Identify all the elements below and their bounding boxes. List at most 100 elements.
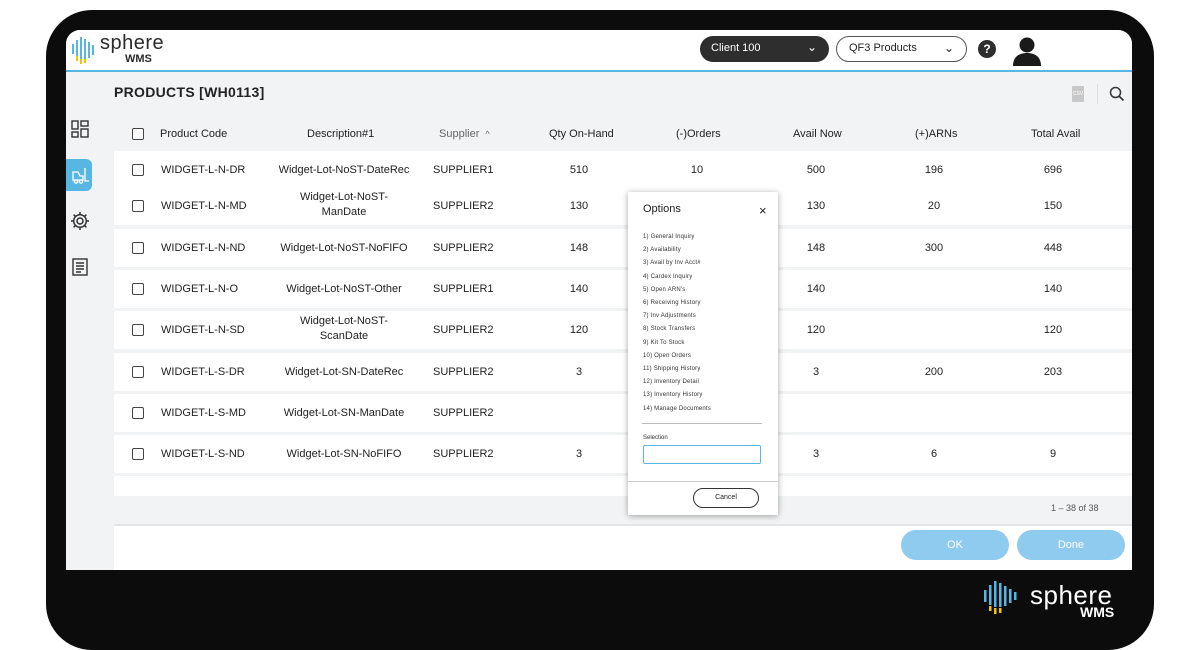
cell-description-line2: ScanDate	[319, 330, 369, 342]
table-row-partial	[114, 476, 1132, 496]
table-row[interactable]: WIDGET-L-S-ND Widget-Lot-SN-NoFIFO SUPPLIE…	[114, 435, 1132, 473]
column-header-arns[interactable]: (+)ARNs	[915, 128, 957, 140]
option-item[interactable]: 13) Inventory History	[643, 392, 703, 398]
row-checkbox[interactable]	[132, 242, 144, 254]
table-row[interactable]: WIDGET-L-N-MD Widget-Lot-NoST- ManDate SUPP…	[114, 187, 1132, 225]
client-select-value: Client 100	[711, 42, 761, 54]
cell-qty-on-hand: 130	[569, 200, 589, 212]
cell-product-code: WIDGET-L-N-SD	[161, 324, 245, 336]
column-header-qty-on-hand[interactable]: Qty On-Hand	[549, 128, 614, 140]
cell-supplier: SUPPLIER2	[433, 242, 494, 254]
row-checkbox[interactable]	[132, 448, 144, 460]
option-item[interactable]: 2) Availability	[643, 247, 681, 253]
dialog-divider	[642, 423, 762, 424]
option-item[interactable]: 9) Kit To Stock	[643, 340, 685, 346]
gear-icon[interactable]	[69, 210, 91, 232]
row-checkbox[interactable]	[132, 324, 144, 336]
cell-avail-now: 148	[806, 242, 826, 254]
cell-description: Widget-Lot-NoST- ManDate	[274, 190, 414, 220]
footer-logo-subtext: WMS	[1080, 604, 1115, 620]
cell-arns: 300	[924, 242, 944, 254]
column-header-total-avail[interactable]: Total Avail	[1031, 128, 1080, 140]
option-item[interactable]: 7) Inv Adjustments	[643, 313, 696, 319]
footer-logo-mark-icon	[984, 581, 1017, 614]
cell-supplier: SUPPLIER1	[433, 283, 494, 295]
ok-button[interactable]: OK	[901, 530, 1009, 560]
column-header-supplier-label: Supplier	[439, 128, 480, 140]
product-group-select[interactable]: QF3 Products ⌄	[836, 36, 967, 62]
option-item[interactable]: 3) Avail by Inv Acct#	[643, 260, 701, 266]
row-checkbox[interactable]	[132, 407, 144, 419]
cell-total-avail: 448	[1043, 242, 1063, 254]
dashboard-icon[interactable]	[69, 118, 91, 140]
cancel-button[interactable]: Cancel	[693, 488, 759, 508]
cell-description: Widget-Lot-SN-DateRec	[274, 365, 414, 380]
cell-qty-on-hand: 148	[569, 242, 589, 254]
cell-supplier: SUPPLIER2	[433, 448, 494, 460]
product-group-select-value: QF3 Products	[849, 42, 917, 54]
app-screen: sphere WMS Client 100 ⌄ QF3 Products ⌄ ?	[66, 30, 1132, 570]
cell-avail-now: 130	[806, 200, 826, 212]
row-checkbox[interactable]	[132, 200, 144, 212]
report-icon[interactable]	[69, 256, 91, 278]
cell-product-code: WIDGET-L-S-ND	[161, 448, 245, 460]
cell-product-code: WIDGET-L-N-MD	[161, 200, 247, 212]
column-header-product-code[interactable]: Product Code	[160, 128, 227, 140]
csv-icon[interactable]: CSV	[1072, 86, 1084, 102]
table-row[interactable]: WIDGET-L-S-MD Widget-Lot-SN-ManDate SUPPLI…	[114, 394, 1132, 432]
cell-description-line1: Widget-Lot-SN-NoFIFO	[286, 448, 402, 460]
table-row[interactable]: WIDGET-L-S-DR Widget-Lot-SN-DateRec SUPPLI…	[114, 353, 1132, 391]
cell-description-line1: Widget-Lot-NoST-Other	[286, 283, 402, 295]
cell-description-line1: Widget-Lot-SN-DateRec	[284, 366, 404, 378]
cell-total-avail: 120	[1043, 324, 1063, 336]
column-header-orders[interactable]: (-)Orders	[676, 128, 721, 140]
option-item[interactable]: 11) Shipping History	[643, 366, 701, 372]
option-item[interactable]: 6) Receiving History	[643, 300, 701, 306]
cell-description: Widget-Lot-NoST-Other	[274, 282, 414, 297]
cell-product-code: WIDGET-L-N-O	[161, 283, 238, 295]
cell-description: Widget-Lot-SN-NoFIFO	[274, 447, 414, 462]
avatar-icon[interactable]	[1010, 34, 1044, 68]
cell-avail-now: 3	[812, 448, 820, 460]
cell-supplier: SUPPLIER2	[433, 407, 494, 419]
column-header-avail-now[interactable]: Avail Now	[793, 128, 842, 140]
search-icon[interactable]	[1109, 86, 1125, 102]
logo-text: sphere	[100, 32, 165, 54]
option-item[interactable]: 14) Manage Documents	[643, 406, 711, 412]
page-title: PRODUCTS [WH0113]	[114, 84, 265, 100]
sidebar-item-inventory[interactable]	[66, 159, 92, 191]
selection-label: Selection	[643, 435, 668, 441]
option-item[interactable]: 12) Inventory Detail	[643, 379, 699, 385]
column-header-supplier[interactable]: Supplier ^	[439, 128, 490, 140]
cell-arns: 200	[924, 366, 944, 378]
selection-input[interactable]	[643, 445, 761, 464]
client-select[interactable]: Client 100 ⌄	[700, 36, 829, 62]
row-checkbox[interactable]	[132, 164, 144, 176]
option-item[interactable]: 5) Open ARN's	[643, 287, 685, 293]
row-checkbox[interactable]	[132, 283, 144, 295]
cell-description: Widget-Lot-NoST-DateRec	[274, 163, 414, 178]
table-row[interactable]: WIDGET-L-N-DR Widget-Lot-NoST-DateRec SUPP…	[114, 151, 1132, 189]
help-button[interactable]: ?	[978, 40, 996, 58]
cell-description-line1: Widget-Lot-NoST-NoFIFO	[280, 242, 408, 254]
row-checkbox[interactable]	[132, 366, 144, 378]
option-item[interactable]: 10) Open Orders	[643, 353, 691, 359]
table-row[interactable]: WIDGET-L-N-O Widget-Lot-NoST-Other SUPPLIE…	[114, 270, 1132, 308]
select-all-checkbox[interactable]	[132, 128, 144, 140]
cell-description-line2: ManDate	[321, 206, 367, 218]
close-icon[interactable]: ×	[759, 203, 767, 218]
cell-description: Widget-Lot-SN-ManDate	[274, 406, 414, 421]
top-header: sphere WMS Client 100 ⌄ QF3 Products ⌄ ?	[66, 30, 1132, 72]
option-item[interactable]: 4) Cardex Inquiry	[643, 274, 692, 280]
cell-orders: 10	[690, 164, 704, 176]
dialog-footer-divider	[628, 481, 778, 482]
cell-supplier: SUPPLIER1	[433, 164, 494, 176]
footer-band	[66, 570, 1132, 630]
column-header-description[interactable]: Description#1	[307, 128, 374, 140]
option-item[interactable]: 8) Stock Transfers	[643, 326, 695, 332]
forklift-icon	[72, 168, 89, 184]
done-button[interactable]: Done	[1017, 530, 1125, 560]
option-item[interactable]: 1) General Inquiry	[643, 234, 695, 240]
table-row[interactable]: WIDGET-L-N-ND Widget-Lot-NoST-NoFIFO SUPPL…	[114, 229, 1132, 267]
table-row[interactable]: WIDGET-L-N-SD Widget-Lot-NoST- ScanDate SUP…	[114, 311, 1132, 349]
